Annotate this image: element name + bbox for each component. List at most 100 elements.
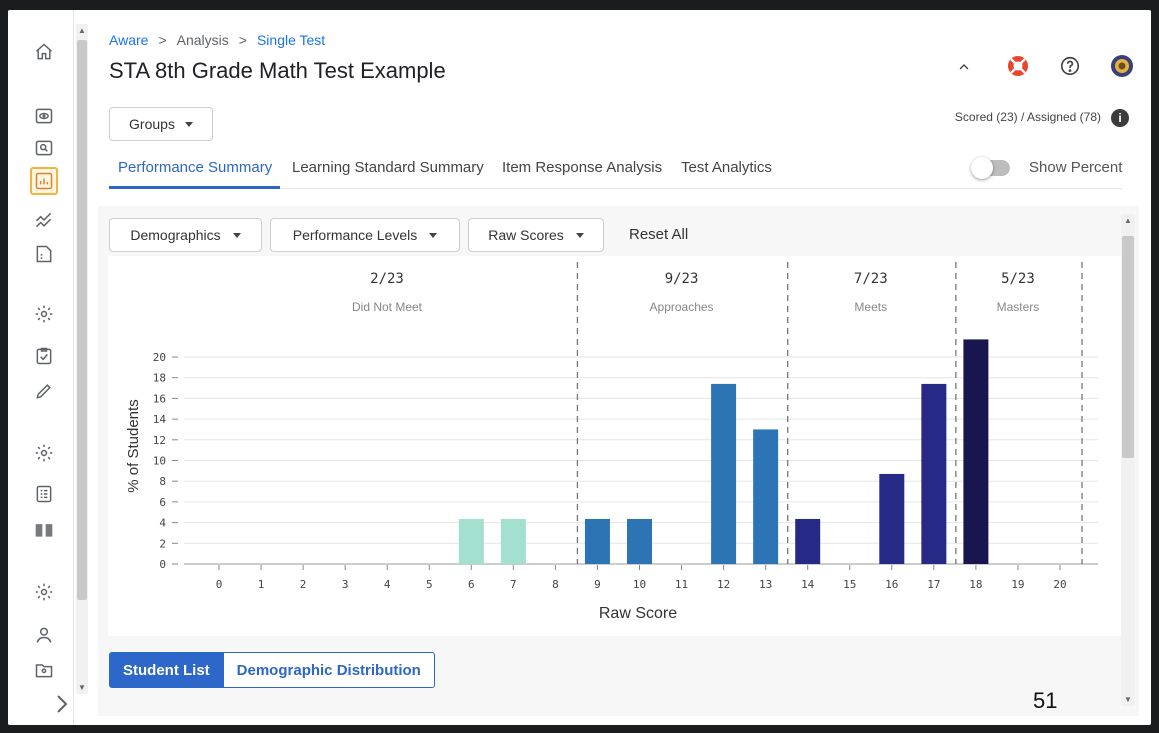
x-tick-label: 2 <box>300 578 307 591</box>
reset-all-button[interactable]: Reset All <box>629 226 688 243</box>
home-icon[interactable] <box>30 38 58 66</box>
show-percent-label: Show Percent <box>1029 159 1123 176</box>
gear-icon[interactable] <box>30 300 58 328</box>
scroll-up-icon[interactable]: ▲ <box>78 26 86 35</box>
info-icon[interactable]: i <box>1111 109 1129 127</box>
analysis-chart-icon[interactable] <box>30 167 58 195</box>
scroll-down-icon[interactable]: ▼ <box>78 683 86 692</box>
view-switch: Student List Demographic Distribution <box>109 652 435 688</box>
x-tick-label: 9 <box>594 578 601 591</box>
eye-icon[interactable] <box>30 102 58 130</box>
y-tick-label: 8 <box>159 475 166 488</box>
breadcrumb-single-test[interactable]: Single Test <box>257 32 325 48</box>
caret-down-icon <box>232 232 241 238</box>
nav-scrollbar[interactable]: ▲ ▼ <box>76 24 88 694</box>
x-tick-label: 13 <box>759 578 772 591</box>
raw-scores-dropdown[interactable]: Raw Scores <box>468 218 604 252</box>
page-number: 51 <box>1033 688 1058 713</box>
x-tick-label: 5 <box>426 578 433 591</box>
tab-performance-summary[interactable]: Performance Summary <box>118 159 272 176</box>
gear-icon[interactable] <box>30 578 58 606</box>
toggle-knob <box>971 157 993 179</box>
x-tick-label: 7 <box>510 578 517 591</box>
groups-label: Groups <box>129 116 175 132</box>
content-scroll-thumb[interactable] <box>1122 236 1134 458</box>
bar <box>458 518 484 564</box>
x-axis-label: Raw Score <box>599 605 677 622</box>
book-icon[interactable] <box>30 516 58 544</box>
bar <box>879 473 905 564</box>
performance-chart: 0 2 4 6 8 10 12 14 16 18 20 2/23 Did Not Meet 9/23 App… <box>108 256 1121 636</box>
tab-bar: Performance Summary Learning Standard Su… <box>109 155 1122 189</box>
bar <box>500 518 526 564</box>
y-axis-label: % of Students <box>125 399 142 492</box>
x-tick-label: 0 <box>216 578 223 591</box>
x-tick-label: 11 <box>675 578 688 591</box>
groups-dropdown[interactable]: Groups <box>109 107 213 141</box>
bar <box>921 383 947 564</box>
bar <box>711 383 737 564</box>
x-tick-label: 15 <box>843 578 856 591</box>
x-tick-label: 10 <box>633 578 646 591</box>
student-list-button[interactable]: Student List <box>109 652 224 688</box>
performance-levels-dropdown[interactable]: Performance Levels <box>270 218 460 252</box>
tab-test-analytics[interactable]: Test Analytics <box>681 159 772 176</box>
caret-down-icon <box>575 232 584 238</box>
level-count: 2/23 <box>370 271 404 287</box>
expand-nav-icon[interactable] <box>52 692 72 716</box>
level-name: Approaches <box>650 300 714 314</box>
x-tick-label: 3 <box>342 578 349 591</box>
tab-item-response-analysis[interactable]: Item Response Analysis <box>502 159 662 176</box>
top-bezel <box>0 0 1159 8</box>
pencil-icon[interactable] <box>30 377 58 405</box>
scroll-down-icon[interactable]: ▼ <box>1124 695 1132 704</box>
y-tick-label: 20 <box>153 351 166 364</box>
bar <box>753 429 779 564</box>
breadcrumb: Aware > Analysis > Single Test <box>109 32 325 48</box>
gear-icon[interactable] <box>30 439 58 467</box>
y-tick-label: 0 <box>159 558 166 571</box>
search-document-icon[interactable] <box>30 134 58 162</box>
active-tab-indicator <box>109 186 280 189</box>
folder-user-icon[interactable] <box>30 656 58 684</box>
scroll-up-icon[interactable]: ▲ <box>1124 216 1132 225</box>
level-name: Meets <box>854 300 887 314</box>
y-tick-label: 16 <box>153 392 166 405</box>
avatar[interactable] <box>1109 53 1135 79</box>
content-scrollbar[interactable]: ▲ ▼ <box>1121 214 1135 706</box>
show-percent-toggle[interactable] <box>971 157 1010 179</box>
demographic-distribution-button[interactable]: Demographic Distribution <box>223 652 435 688</box>
breadcrumb-separator: > <box>238 32 247 48</box>
left-nav <box>8 10 74 725</box>
y-tick-label: 18 <box>153 372 166 385</box>
caret-down-icon <box>429 232 438 238</box>
clipboard-check-icon[interactable] <box>30 342 58 370</box>
bar <box>795 518 821 564</box>
level-name: Did Not Meet <box>352 300 423 314</box>
help-icon[interactable] <box>1057 53 1083 79</box>
nav-scroll-thumb[interactable] <box>77 40 87 600</box>
chart-svg: 024681012141618202/23Did Not Meet9/23App… <box>125 262 1098 622</box>
y-tick-label: 4 <box>159 517 166 530</box>
x-tick-label: 20 <box>1053 578 1066 591</box>
level-name: Masters <box>997 300 1040 314</box>
breadcrumb-aware[interactable]: Aware <box>109 32 148 48</box>
user-icon[interactable] <box>30 621 58 649</box>
x-tick-label: 4 <box>384 578 391 591</box>
x-tick-label: 6 <box>468 578 475 591</box>
bar <box>627 518 652 564</box>
chevron-up-icon[interactable] <box>951 54 977 80</box>
report-icon[interactable] <box>30 240 58 268</box>
y-tick-label: 2 <box>159 537 166 550</box>
scored-assigned-count: Scored (23) / Assigned (78) <box>954 110 1101 124</box>
trend-lines-icon[interactable] <box>30 206 58 234</box>
x-tick-label: 8 <box>552 578 559 591</box>
breadcrumb-separator: > <box>158 32 167 48</box>
content-panel: Demographics Performance Levels Raw Scor… <box>98 206 1139 716</box>
x-tick-label: 1 <box>258 578 265 591</box>
tab-learning-standard-summary[interactable]: Learning Standard Summary <box>292 159 484 176</box>
demographics-dropdown[interactable]: Demographics <box>109 218 262 252</box>
lifebuoy-icon[interactable] <box>1005 53 1031 79</box>
level-count: 7/23 <box>854 271 888 287</box>
list-card-icon[interactable] <box>30 480 58 508</box>
